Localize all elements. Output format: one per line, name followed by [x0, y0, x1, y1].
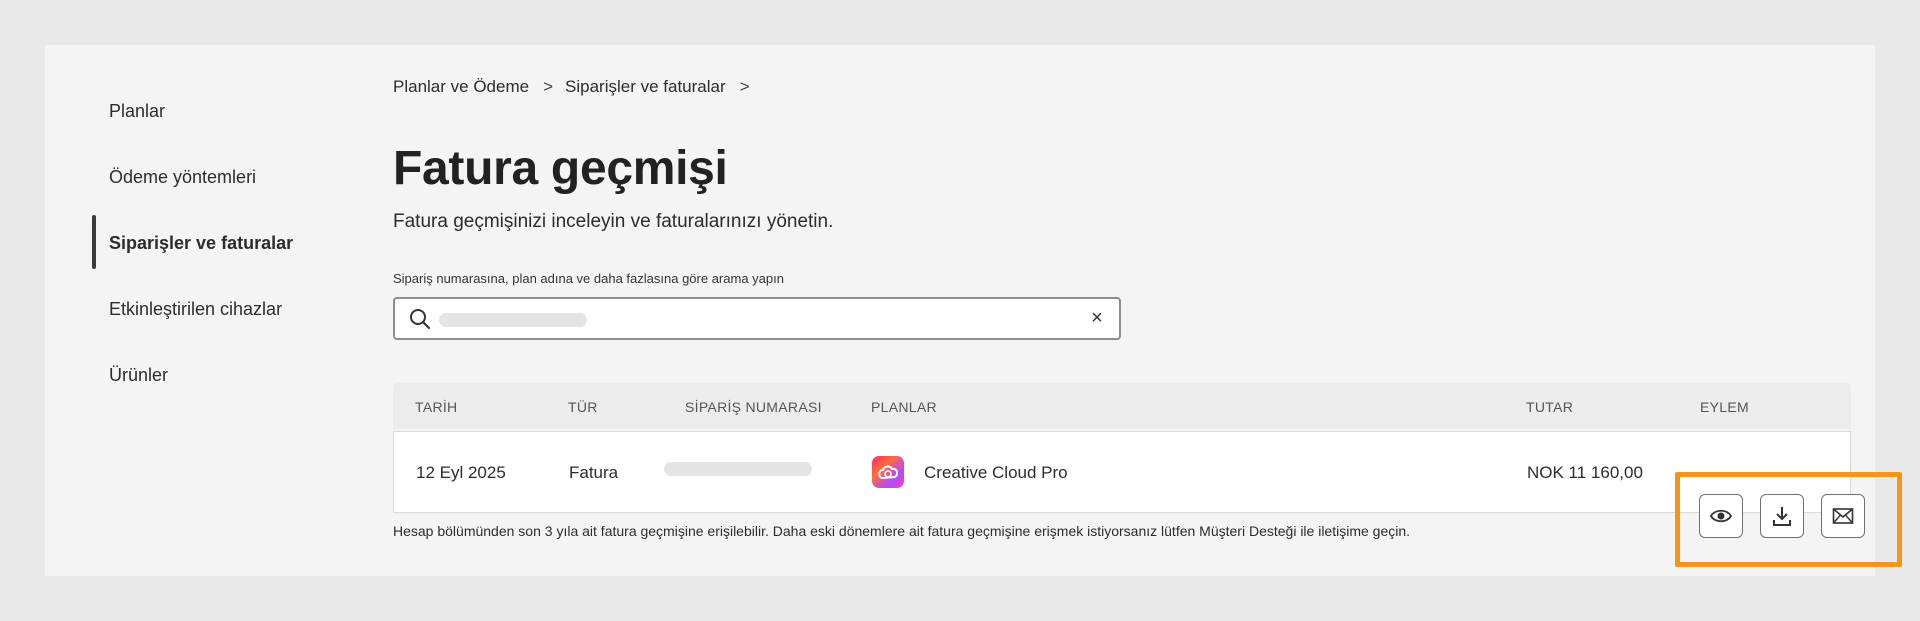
column-header-date: TARİH	[415, 399, 458, 415]
breadcrumb-separator: >	[739, 77, 750, 96]
download-invoice-button[interactable]	[1760, 494, 1804, 538]
table-header: TARİH TÜR SİPARİŞ NUMARASI PLANLAR TUTAR…	[393, 383, 1851, 429]
sidebar-item-activated-devices[interactable]: Etkinleştirilen cihazlar	[109, 299, 282, 320]
search-field[interactable]: ×	[393, 297, 1121, 340]
sidebar-item-payment-methods[interactable]: Ödeme yöntemleri	[109, 167, 256, 188]
sidebar-active-indicator	[92, 215, 96, 269]
breadcrumb-item-orders-invoices[interactable]: Siparişler ve faturalar	[565, 77, 726, 97]
row-plan: Creative Cloud Pro	[924, 463, 1068, 482]
row-order-number-redacted	[664, 462, 812, 476]
history-footnote: Hesap bölümünden son 3 yıla ait fatura g…	[393, 523, 1411, 539]
download-icon	[1773, 507, 1791, 526]
row-date: 12 Eyl 2025	[416, 463, 506, 482]
search-label: Sipariş numarasına, plan adına ve daha f…	[393, 271, 784, 286]
main-content: Planlar ve Ödeme > Siparişler ve fatural…	[393, 45, 1875, 576]
search-icon	[410, 309, 431, 330]
mail-icon	[1832, 508, 1854, 524]
row-type: Fatura	[569, 463, 619, 482]
view-invoice-button[interactable]	[1699, 494, 1743, 538]
breadcrumb-item-plans-payment[interactable]: Planlar ve Ödeme	[393, 77, 529, 97]
sidebar-item-orders-invoices[interactable]: Siparişler ve faturalar	[109, 233, 293, 254]
page-title: Fatura geçmişi	[393, 142, 728, 195]
breadcrumb: Planlar ve Ödeme > Siparişler ve fatural…	[393, 77, 762, 97]
search-input[interactable]	[437, 307, 1057, 331]
sidebar: Planlar Ödeme yöntemleri Siparişler ve f…	[45, 45, 345, 576]
row-amount: NOK 11 160,00	[1527, 463, 1643, 482]
column-header-action: EYLEM	[1700, 399, 1749, 415]
clear-search-button[interactable]: ×	[1087, 306, 1107, 330]
column-header-type: TÜR	[568, 399, 598, 415]
sidebar-item-plans[interactable]: Planlar	[109, 101, 165, 122]
email-invoice-button[interactable]	[1821, 494, 1865, 538]
sidebar-item-products[interactable]: Ürünler	[109, 365, 168, 386]
breadcrumb-separator: >	[543, 77, 554, 96]
billing-panel: Planlar Ödeme yöntemleri Siparişler ve f…	[45, 45, 1902, 576]
eye-icon	[1710, 509, 1732, 523]
column-header-order-number: SİPARİŞ NUMARASI	[685, 399, 822, 415]
column-header-plans: PLANLAR	[871, 399, 937, 415]
creative-cloud-icon	[872, 456, 904, 488]
table-row: 12 Eyl 2025 Fatura Creative Cloud Pro NO…	[393, 431, 1851, 513]
column-header-amount: TUTAR	[1526, 399, 1574, 415]
page-subtitle: Fatura geçmişinizi inceleyin ve faturala…	[393, 211, 834, 232]
